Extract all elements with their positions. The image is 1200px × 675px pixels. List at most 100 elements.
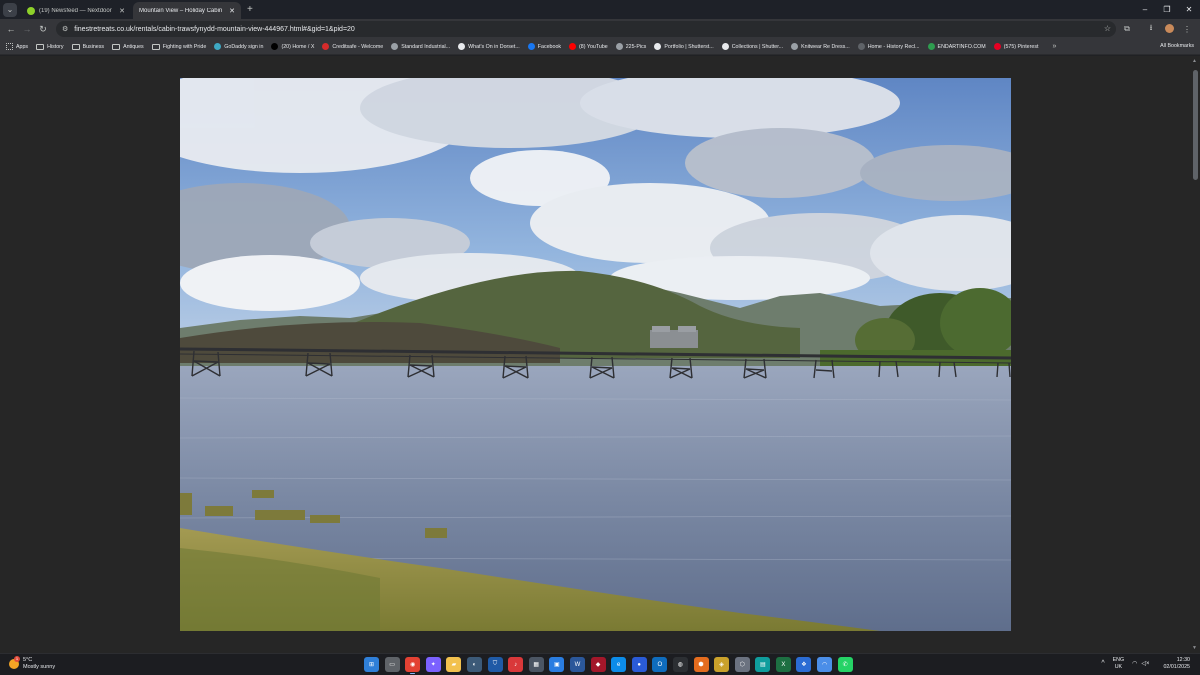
bookmark-575-pinterest[interactable]: (575) Pinterest — [993, 43, 1039, 50]
bookmark-creditsafe-welcome[interactable]: Creditsafe - Welcome — [322, 43, 383, 50]
all-bookmarks-button[interactable]: All Bookmarks — [1160, 43, 1194, 49]
site-favicon-icon — [857, 43, 865, 50]
lake-mountain-photo — [180, 78, 1011, 631]
bookmark-fighting-with-pride[interactable]: Fighting with Pride — [151, 43, 206, 50]
minimize-button[interactable]: – — [1134, 0, 1156, 19]
site-favicon-icon — [214, 43, 222, 50]
music-app-icon[interactable]: ♪ — [508, 657, 524, 672]
close-tab-icon[interactable]: ✕ — [229, 7, 235, 15]
bookmark-facebook[interactable]: Facebook — [527, 43, 561, 50]
download-icon[interactable]: ⭳ — [1142, 22, 1160, 36]
site-favicon-icon — [391, 43, 399, 50]
bookmark-apps[interactable]: Apps — [6, 43, 28, 50]
bookmark-endartinfo-com[interactable]: ENDARTINFO.COM — [927, 43, 986, 50]
excel-icon[interactable]: X — [775, 657, 791, 672]
extensions-icon[interactable]: ⧉ — [1118, 24, 1136, 34]
bookmark-label: (20) Home / X — [281, 43, 315, 50]
forward-button[interactable]: → — [19, 24, 35, 34]
windows-start-icon[interactable]: ⊞ — [364, 657, 379, 672]
app-blue-icon[interactable]: ● — [631, 657, 647, 672]
tab-strip: ⌄ (19) Newsfeed — Nextdoor ✕ Mountain Vi… — [0, 0, 1200, 19]
bookmarks-overflow-button[interactable]: » — [1052, 43, 1056, 50]
scrollbar-thumb[interactable] — [1193, 70, 1198, 180]
bookmark-label: ENDARTINFO.COM — [937, 43, 986, 50]
bookmark-label: History — [47, 43, 64, 50]
app-gray-icon[interactable]: ⬡ — [734, 657, 750, 672]
folder-icon — [151, 43, 160, 50]
site-info-icon[interactable]: ⚙ — [62, 25, 68, 33]
close-tab-icon[interactable]: ✕ — [119, 7, 125, 15]
scroll-down-icon[interactable]: ▼ — [1192, 645, 1197, 651]
shield-icon[interactable]: ⛉ — [487, 657, 503, 672]
apps-grid-icon — [6, 43, 13, 50]
language-indicator[interactable]: ENG UK — [1113, 657, 1124, 670]
copilot-icon[interactable]: ✦ — [425, 657, 441, 672]
scroll-up-icon[interactable]: ▲ — [1192, 58, 1197, 64]
photos-icon[interactable]: ▣ — [549, 657, 565, 672]
bookmark-what-s-on-in-dorset[interactable]: What's On in Dorset... — [458, 43, 520, 50]
whatsapp-icon[interactable]: ✆ — [837, 657, 853, 672]
restore-button[interactable]: ❐ — [1156, 0, 1178, 19]
bookmark-standard-industrial[interactable]: Standard Industrial... — [391, 43, 450, 50]
close-window-button[interactable]: ✕ — [1178, 0, 1200, 19]
bookmark-label: Knitwear Re Dress... — [801, 43, 850, 50]
app-red-icon[interactable]: ◆ — [590, 657, 606, 672]
tab-search-button[interactable]: ⌄ — [3, 2, 17, 17]
site-favicon-icon — [993, 43, 1001, 50]
bookmark-225-pics[interactable]: 225-Pics — [615, 43, 646, 50]
bookmark-label: Business — [82, 43, 105, 50]
bookmark-label: GoDaddy sign in — [224, 43, 264, 50]
volume-icon[interactable]: ◁× — [1141, 660, 1149, 667]
wifi-icon[interactable]: ◠ — [1132, 660, 1137, 667]
folder-icon — [112, 43, 121, 50]
bookmark-history[interactable]: History — [36, 43, 64, 50]
site-favicon-icon — [458, 43, 466, 50]
calculator-icon[interactable]: ▦ — [528, 657, 544, 672]
app-teal-icon[interactable]: ▤ — [755, 657, 771, 672]
bookmark-knitwear-re-dress[interactable]: Knitwear Re Dress... — [791, 43, 850, 50]
outlook-icon[interactable]: O — [652, 657, 668, 672]
nextdoor-favicon-icon — [27, 6, 35, 15]
task-view-icon[interactable]: ▭ — [384, 657, 400, 672]
bookmark-collections-shutter[interactable]: Collections | Shutter... — [721, 43, 784, 50]
app-dark-icon[interactable]: ◍ — [672, 657, 688, 672]
address-bar[interactable]: ⚙ finestretreats.co.uk/rentals/cabin-tra… — [56, 21, 1116, 37]
word-icon[interactable]: W — [569, 657, 585, 672]
back-button[interactable]: ← — [3, 24, 19, 34]
bookmark-antiques[interactable]: Antiques — [112, 43, 144, 50]
bookmark-label: (575) Pinterest — [1003, 43, 1039, 50]
url-text[interactable]: finestretreats.co.uk/rentals/cabin-traws… — [74, 26, 355, 33]
show-hidden-icons[interactable]: ^ — [1101, 660, 1104, 667]
weather-widget[interactable]: 1 5°C Mostly sunny — [9, 656, 55, 671]
bookmark-8-youtube[interactable]: (8) YouTube — [569, 43, 608, 50]
vertical-scrollbar[interactable]: ▲ ▼ — [1191, 56, 1200, 653]
chevron-down-icon: ⌄ — [6, 5, 14, 14]
reload-button[interactable]: ↻ — [35, 24, 51, 35]
taskbar-apps: ⊞ ▭ ◉ ✦ ▰ ◐ ⛉ ♪ ▦ ▣ W ◆ e ● O ◍ ⬢ ◈ ⬡ ▤ X ❖ ◠ ✆ — [364, 657, 858, 674]
app-yellow-icon[interactable]: ◈ — [714, 657, 730, 672]
gallery-photo[interactable] — [180, 78, 1011, 631]
bookmark-label: Collections | Shutter... — [731, 43, 784, 50]
edge-icon[interactable]: e — [611, 657, 627, 672]
app-lightblue-icon[interactable]: ◠ — [817, 657, 833, 672]
app-orange-icon[interactable]: ⬢ — [693, 657, 709, 672]
tab-mountain-view[interactable]: Mountain View – Holiday Cabin ✕ — [133, 2, 241, 19]
bookmark-portfolio-shutterst[interactable]: Portfolio | Shutterst... — [654, 43, 714, 50]
tab-title: (19) Newsfeed — Nextdoor — [39, 7, 112, 14]
site-favicon-icon — [569, 43, 577, 50]
bookmark-star-icon[interactable]: ☆ — [1104, 24, 1111, 33]
file-explorer-icon[interactable]: ▰ — [446, 657, 462, 672]
tab-nextdoor[interactable]: (19) Newsfeed — Nextdoor ✕ — [21, 2, 131, 19]
steam-icon[interactable]: ◐ — [466, 657, 482, 672]
profile-avatar[interactable] — [1160, 23, 1178, 35]
chrome-icon[interactable]: ◉ — [405, 657, 421, 674]
bookmark-godaddy-sign-in[interactable]: GoDaddy sign in — [214, 43, 263, 50]
site-favicon-icon — [615, 43, 623, 50]
windows-app-icon[interactable]: ❖ — [796, 657, 812, 672]
menu-icon[interactable]: ⋮ — [1178, 25, 1196, 34]
clock[interactable]: 12:30 02/01/2025 — [1163, 657, 1190, 670]
bookmark-home-history-recl[interactable]: Home - History Recl... — [857, 43, 920, 50]
bookmark-20-home-x[interactable]: (20) Home / X — [271, 43, 314, 50]
bookmark-business[interactable]: Business — [71, 43, 105, 50]
new-tab-button[interactable]: + — [247, 4, 253, 15]
